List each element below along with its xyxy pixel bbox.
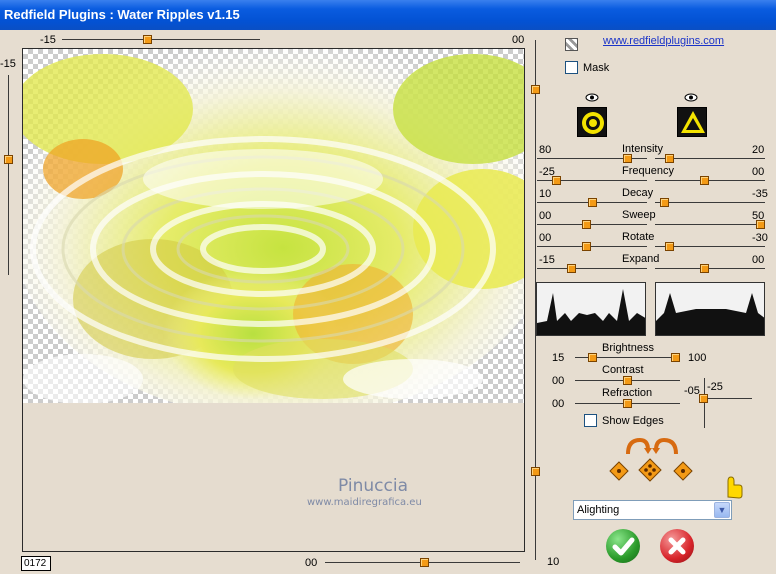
param-left-track[interactable] (537, 246, 647, 247)
lighting-select-value: Alighting (577, 504, 620, 516)
param-right-track[interactable] (655, 268, 765, 269)
param-left-thumb[interactable] (567, 264, 576, 273)
param-label: Expand (622, 253, 660, 265)
param-left-track[interactable] (537, 224, 647, 225)
light-center-icon[interactable] (638, 458, 662, 482)
param-left-value: -15 (539, 254, 555, 266)
param-right-value: -30 (752, 232, 768, 244)
refraction-y-value: -25 (707, 381, 723, 393)
refraction-xy-thumb[interactable] (699, 394, 708, 403)
plugin-window: Redfield Plugins : Water Ripples v1.15 -… (0, 0, 776, 574)
frame-counter: 0172 (21, 556, 51, 571)
brightness-label: Brightness (602, 342, 654, 354)
ripple-triangle-button[interactable] (677, 107, 707, 137)
ripple-circle-button[interactable] (577, 107, 607, 137)
checkmark-icon (612, 537, 635, 556)
redfield-link[interactable]: www.redfieldplugins.com (603, 35, 724, 47)
left-slider-track[interactable] (8, 75, 9, 275)
param-right-thumb[interactable] (660, 198, 669, 207)
param-label: Decay (622, 187, 654, 199)
light-left-icon[interactable] (609, 461, 629, 481)
lighting-select[interactable]: Alighting ▼ (573, 500, 732, 520)
preview-area[interactable] (22, 48, 525, 552)
param-right-track[interactable] (655, 180, 765, 181)
contrast-value: 00 (552, 375, 565, 387)
param-right-thumb[interactable] (665, 154, 674, 163)
watermark-name: Pinuccia (338, 476, 408, 496)
param-right-track[interactable] (655, 202, 765, 203)
ripple-preview-graphic (23, 49, 524, 403)
eye-icon[interactable] (585, 93, 599, 102)
param-label: Frequency (622, 165, 674, 177)
param-left-value: 10 (539, 188, 552, 200)
close-icon (668, 537, 686, 555)
window-title: Redfield Plugins : Water Ripples v1.15 (4, 7, 240, 22)
waveform-preview-right (655, 282, 765, 336)
brightness-left-value: 15 (552, 352, 565, 364)
transparency-icon[interactable] (565, 38, 578, 51)
mask-checkbox[interactable] (565, 61, 578, 74)
param-label: Sweep (622, 209, 656, 221)
right-vertical-slider-value: 10 (547, 556, 560, 568)
param-left-value: 00 (539, 232, 552, 244)
param-right-track[interactable] (655, 224, 765, 225)
param-left-value: 00 (539, 210, 552, 222)
preview-image (23, 49, 524, 403)
param-right-thumb[interactable] (756, 220, 765, 229)
param-right-value: 00 (752, 254, 765, 266)
show-edges-checkbox[interactable] (584, 414, 597, 427)
light-right-icon[interactable] (673, 461, 693, 481)
ok-button[interactable] (606, 529, 640, 563)
param-right-thumb[interactable] (700, 264, 709, 273)
refraction-xy-vtrack[interactable] (704, 378, 705, 428)
param-right-value: 00 (752, 166, 765, 178)
param-left-thumb[interactable] (588, 198, 597, 207)
left-slider-thumb[interactable] (4, 155, 13, 164)
top-slider-thumb[interactable] (143, 35, 152, 44)
param-left-value: 80 (539, 144, 552, 156)
refraction-x-value: -05 (684, 385, 700, 397)
param-left-thumb[interactable] (582, 220, 591, 229)
param-left-thumb[interactable] (623, 154, 632, 163)
brightness-right-thumb[interactable] (671, 353, 680, 362)
ripple-triangle-icon (681, 111, 705, 133)
left-slider-value: -15 (0, 58, 16, 70)
param-left-track[interactable] (537, 268, 647, 269)
bottom-slider-thumb[interactable] (420, 558, 429, 567)
param-left-thumb[interactable] (582, 242, 591, 251)
right-vertical-slider-track-lower[interactable] (535, 362, 536, 552)
contrast-thumb[interactable] (623, 376, 632, 385)
contrast-label: Contrast (602, 364, 644, 376)
waveform-left-graphic (537, 283, 645, 335)
right-vertical-slider-thumb-top[interactable] (531, 85, 540, 94)
param-right-thumb[interactable] (665, 242, 674, 251)
waveform-preview-left (536, 282, 646, 336)
brightness-left-thumb[interactable] (588, 353, 597, 362)
rotate-arrows-icon[interactable] (624, 436, 680, 456)
bottom-slider-value: 00 (305, 557, 318, 569)
waveform-right-graphic (656, 283, 764, 335)
top-slider-right-value: 00 (512, 34, 525, 46)
pointing-hand-icon (727, 476, 743, 499)
param-left-thumb[interactable] (552, 176, 561, 185)
refraction-label: Refraction (602, 387, 653, 399)
watermark-url: www.maidiregrafica.eu (307, 497, 422, 508)
refraction-thumb[interactable] (623, 399, 632, 408)
refraction-value: 00 (552, 398, 565, 410)
ripple-circle-icon (582, 112, 604, 134)
param-right-value: 20 (752, 144, 765, 156)
chevron-down-icon[interactable]: ▼ (714, 502, 730, 518)
eye-icon[interactable] (684, 93, 698, 102)
top-slider-left-value: -15 (40, 34, 56, 46)
show-edges-label: Show Edges (602, 415, 664, 427)
title-bar: Redfield Plugins : Water Ripples v1.15 (0, 0, 776, 30)
mask-label: Mask (583, 62, 610, 74)
param-right-value: -35 (752, 188, 768, 200)
top-slider-track[interactable] (62, 39, 260, 40)
cancel-button[interactable] (660, 529, 694, 563)
param-label: Rotate (622, 231, 655, 243)
param-right-thumb[interactable] (700, 176, 709, 185)
right-vertical-slider-thumb[interactable] (531, 467, 540, 476)
brightness-right-value: 100 (688, 352, 707, 364)
